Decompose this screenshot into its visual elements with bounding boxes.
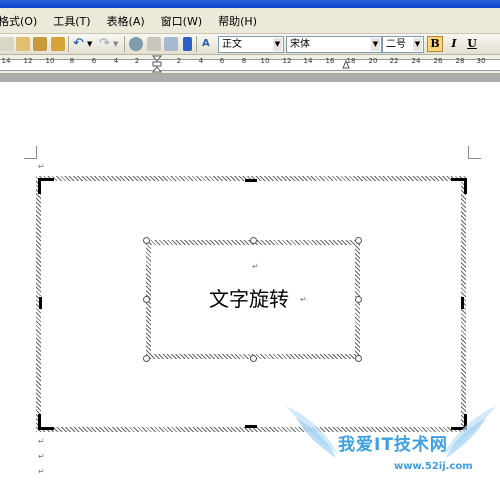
margin-mark-top-right (468, 146, 481, 159)
watermark-title: 我爱IT技术网 (338, 435, 448, 455)
crop-handle-right[interactable] (461, 297, 464, 309)
ruler-label: 8 (241, 57, 247, 65)
chevron-down-icon[interactable]: ▼ (273, 38, 282, 51)
ruler-label: 6 (91, 57, 97, 65)
ruler-label: 8 (69, 57, 75, 65)
undo-icon[interactable]: ↶ (73, 37, 87, 51)
ruler-label: 10 (260, 57, 270, 65)
formatting-toolbar: ↶ ▼ ↷ ▼ A 正文 ▼ 宋体 ▼ 二号 ▼ B I U (0, 34, 500, 55)
paragraph-mark: ↵ (300, 295, 307, 304)
resize-handle-top[interactable] (250, 237, 257, 244)
font-select[interactable]: 宋体 ▼ (286, 36, 382, 53)
ruler-label: 24 (411, 57, 421, 65)
redo-icon[interactable]: ↷ (99, 37, 113, 51)
menu-bar: 格式(O) 工具(T) 表格(A) 窗口(W) 帮助(H) (0, 8, 500, 34)
paragraph-mark: ↵ (38, 437, 45, 446)
copy-icon[interactable] (16, 37, 30, 51)
ruler-label: 14 (1, 57, 11, 65)
bold-button[interactable]: B (427, 36, 443, 52)
ruler-label: 30 (476, 57, 486, 65)
watermark-url: www.52ij.com (394, 461, 473, 472)
toolbar-separator (124, 36, 125, 52)
chevron-down-icon[interactable]: ▼ (413, 38, 422, 51)
insert-table-icon[interactable] (164, 37, 178, 51)
paragraph-mark: ↵ (38, 452, 45, 461)
crop-handle-bottom-left[interactable] (38, 414, 54, 430)
paragraph-mark: ↵ (38, 162, 45, 171)
indent-marker-icon[interactable] (152, 55, 162, 73)
cut-icon[interactable] (0, 37, 14, 51)
ruler-label: 28 (455, 57, 465, 65)
ruler-label: 20 (368, 57, 378, 65)
crop-handle-left[interactable] (39, 297, 42, 309)
style-select[interactable]: 正文 ▼ (218, 36, 284, 53)
ruler-label: 2 (134, 57, 140, 65)
ruler-label: 10 (45, 57, 55, 65)
toolbar-separator (68, 36, 69, 52)
hyperlink-icon[interactable] (129, 37, 143, 51)
ruler-label: 2 (176, 57, 182, 65)
crop-handle-top-left[interactable] (38, 178, 54, 194)
resize-handle-bottom-left[interactable] (143, 355, 150, 362)
resize-handle-bottom-right[interactable] (355, 355, 362, 362)
ruler-label: 16 (325, 57, 335, 65)
text-box-content[interactable]: 文字旋转 (209, 283, 289, 312)
ruler-label: 4 (113, 57, 119, 65)
italic-button[interactable]: I (446, 36, 462, 52)
paste-icon[interactable] (33, 37, 47, 51)
undo-dropdown-icon[interactable]: ▼ (87, 37, 95, 51)
format-painter-icon[interactable] (51, 37, 65, 51)
tab-stop-icon[interactable] (342, 60, 350, 69)
menu-tools[interactable]: 工具(T) (53, 13, 90, 29)
font-size-select[interactable]: 二号 ▼ (382, 36, 424, 53)
resize-handle-top-right[interactable] (355, 237, 362, 244)
toolbar-separator (196, 36, 197, 52)
chevron-down-icon[interactable]: ▼ (371, 38, 380, 51)
crop-handle-top-right[interactable] (451, 178, 467, 194)
ruler-label: 14 (303, 57, 313, 65)
menu-help[interactable]: 帮助(H) (218, 13, 257, 29)
menu-format[interactable]: 格式(O) (0, 13, 37, 29)
resize-handle-bottom[interactable] (250, 355, 257, 362)
ruler-label: 6 (219, 57, 225, 65)
crop-handle-bottom[interactable] (245, 425, 257, 428)
ruler-label: 26 (433, 57, 443, 65)
ruler-label: 12 (23, 57, 33, 65)
ruler-label: 12 (282, 57, 292, 65)
paragraph-mark: ↵ (38, 467, 45, 476)
menu-window[interactable]: 窗口(W) (161, 13, 202, 29)
underline-button[interactable]: U (464, 36, 480, 52)
resize-handle-right[interactable] (355, 296, 362, 303)
margin-mark-top-left (24, 146, 37, 159)
tables-borders-icon[interactable] (147, 37, 161, 51)
toolbar-options-icon[interactable] (183, 37, 192, 51)
menu-table[interactable]: 表格(A) (107, 13, 145, 29)
resize-handle-left[interactable] (143, 296, 150, 303)
ruler-label: 22 (389, 57, 399, 65)
crop-handle-top[interactable] (245, 179, 257, 182)
paragraph-mark: ↵ (252, 262, 259, 271)
resize-handle-top-left[interactable] (143, 237, 150, 244)
styles-formatting-icon[interactable]: A (202, 37, 216, 51)
redo-dropdown-icon[interactable]: ▼ (113, 37, 121, 51)
ruler-strip (0, 59, 500, 71)
ruler-label: 4 (198, 57, 204, 65)
workspace-band (0, 74, 500, 82)
horizontal-ruler[interactable]: 14 12 10 8 6 4 2 2 4 6 8 10 12 14 16 18 20 22 24 26 28 30 (0, 55, 500, 74)
window-title-bar (0, 0, 500, 8)
